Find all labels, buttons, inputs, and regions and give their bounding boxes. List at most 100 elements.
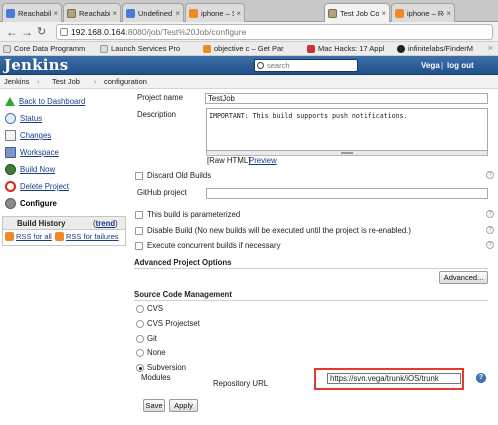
- section-divider: [134, 268, 488, 269]
- url-path: :8080/job/Test%20Job/configure: [125, 27, 247, 37]
- tab-4[interactable]: iphone – SC ×: [185, 3, 245, 22]
- breadcrumb-test-job[interactable]: Test Job: [52, 75, 80, 88]
- search-icon: [257, 62, 264, 69]
- address-bar[interactable]: 192.168.0.164:8080/job/Test%20Job/config…: [56, 24, 493, 40]
- disable-build-checkbox[interactable]: [135, 227, 143, 235]
- bookmarks-bar: Core Data Programm Launch Services Pro o…: [0, 42, 498, 56]
- breadcrumb-jenkins[interactable]: Jenkins: [4, 75, 29, 88]
- help-icon[interactable]: ?: [486, 226, 494, 234]
- search-input[interactable]: search: [254, 59, 358, 72]
- trend-link[interactable]: trend: [96, 219, 116, 228]
- header-separator: |: [441, 61, 444, 70]
- repository-url-field[interactable]: https://svn.vega/trunk/iOS/trunk: [327, 373, 461, 384]
- browser-window: { "browser": { "tabs": [ {"title": "Reac…: [0, 0, 498, 425]
- close-icon[interactable]: ×: [175, 9, 180, 18]
- more-bookmarks-icon[interactable]: »: [488, 43, 492, 52]
- rss-failures-link[interactable]: RSS for failures: [55, 232, 119, 241]
- close-icon[interactable]: ×: [53, 9, 58, 18]
- stackoverflow-icon: [395, 8, 404, 18]
- scm-radio-cvs-projectset[interactable]: [136, 320, 144, 328]
- sidebar-item-configure[interactable]: Configure: [5, 197, 57, 210]
- bookmark-3[interactable]: objective c – Get Par: [203, 43, 284, 55]
- build-history-header: Build History (trend): [3, 217, 125, 230]
- sidebar-item-changes[interactable]: Changes: [5, 129, 51, 142]
- tab-title: Reachability: [18, 8, 52, 18]
- bookmark-label: Mac Hacks: 17 Appl: [318, 44, 385, 53]
- help-icon[interactable]: ?: [486, 241, 494, 249]
- bookmark-4[interactable]: Mac Hacks: 17 Appl: [307, 43, 384, 55]
- reload-icon[interactable]: ↻: [37, 24, 46, 40]
- modules-label: Modules: [141, 373, 171, 382]
- close-icon[interactable]: ×: [381, 9, 386, 18]
- build-history-panel: Build History (trend) RSS for all RSS fo…: [2, 216, 126, 246]
- save-button[interactable]: Save: [143, 399, 165, 412]
- preview-link[interactable]: Preview: [249, 155, 277, 166]
- tab-2[interactable]: Reachability ×: [63, 3, 121, 22]
- user-link[interactable]: Vega: [421, 56, 440, 75]
- bookmark-label: objective c – Get Par: [214, 44, 284, 53]
- url-host: 192.168.0.164: [71, 27, 126, 37]
- grip-icon: [341, 152, 353, 154]
- project-name-label: Project name: [137, 93, 183, 102]
- advanced-project-options-header: Advanced Project Options: [134, 258, 232, 267]
- sidebar-item-label: Delete Project: [20, 182, 69, 191]
- tab-bar: Reachability × Reachability × Undefined …: [0, 0, 498, 23]
- github-project-field[interactable]: [206, 188, 488, 199]
- sidebar-item-status[interactable]: Status: [5, 112, 42, 125]
- sidebar-item-label: Changes: [20, 131, 52, 140]
- trend-link-wrapper: (trend): [93, 217, 118, 230]
- scm-option-label: None: [147, 348, 166, 357]
- tab-1[interactable]: Reachability ×: [2, 3, 62, 22]
- tab-3[interactable]: Undefined s ×: [122, 3, 184, 22]
- rss-icon: [55, 232, 64, 241]
- rss-all-link[interactable]: RSS for all: [5, 232, 52, 241]
- tab-5-active[interactable]: Test Job Co ×: [324, 3, 390, 23]
- page-icon: [100, 45, 108, 53]
- tab-6[interactable]: iphone – Re ×: [391, 3, 455, 22]
- search-icon: [5, 113, 16, 124]
- advanced-button[interactable]: Advanced...: [439, 271, 488, 284]
- discard-old-builds-checkbox[interactable]: [135, 172, 143, 180]
- sidebar-item-label: Configure: [20, 199, 57, 208]
- scm-radio-subversion[interactable]: [136, 364, 144, 372]
- breadcrumb-separator: ›: [37, 77, 40, 86]
- close-icon[interactable]: ×: [236, 9, 241, 18]
- parameterized-label: This build is parameterized: [147, 210, 241, 219]
- source-code-management-header: Source Code Management: [134, 290, 232, 299]
- bookmark-5[interactable]: infinitelabs/FinderM: [397, 43, 473, 55]
- scm-radio-cvs[interactable]: [136, 305, 144, 313]
- bookmark-1[interactable]: Core Data Programm: [3, 43, 85, 55]
- breadcrumb: Jenkins › Test Job › configuration: [0, 75, 498, 89]
- close-icon[interactable]: ×: [112, 9, 117, 18]
- sidebar-item-delete-project[interactable]: Delete Project: [5, 180, 69, 193]
- scm-radio-none[interactable]: [136, 349, 144, 357]
- help-icon[interactable]: ?: [486, 171, 494, 179]
- close-icon[interactable]: ×: [446, 9, 451, 18]
- github-icon: [397, 45, 405, 53]
- logout-link[interactable]: log out: [447, 56, 474, 75]
- parameterized-checkbox[interactable]: [135, 211, 143, 219]
- help-icon[interactable]: ?: [486, 210, 494, 218]
- google-icon: [6, 8, 15, 18]
- jenkins-header: Jenkins search Vega | log out: [0, 56, 498, 75]
- bookmark-label: Launch Services Pro: [111, 44, 181, 53]
- help-icon[interactable]: ?: [476, 373, 486, 383]
- sidebar-item-back-to-dashboard[interactable]: Back to Dashboard: [5, 95, 85, 108]
- bookmark-2[interactable]: Launch Services Pro: [100, 43, 180, 55]
- back-arrow-icon[interactable]: ←: [6, 24, 18, 40]
- concurrent-builds-checkbox[interactable]: [135, 242, 143, 250]
- trend-close-paren: ): [115, 219, 118, 228]
- jenkins-logo[interactable]: Jenkins: [4, 56, 68, 75]
- apply-button[interactable]: Apply: [169, 399, 198, 412]
- bookmark-icon: [307, 45, 315, 53]
- sidebar-item-build-now[interactable]: Build Now: [5, 163, 55, 176]
- sidebar-item-workspace[interactable]: Workspace: [5, 146, 59, 159]
- jenkins-icon: [328, 9, 337, 18]
- description-textarea[interactable]: IMPORTANT: This build supports push noti…: [206, 108, 488, 151]
- forward-arrow-icon[interactable]: →: [21, 24, 33, 40]
- scm-radio-git[interactable]: [136, 335, 144, 343]
- clock-icon: [5, 164, 16, 175]
- breadcrumb-configuration: configuration: [104, 77, 147, 86]
- section-divider: [134, 300, 488, 301]
- project-name-field[interactable]: TestJob: [205, 93, 488, 104]
